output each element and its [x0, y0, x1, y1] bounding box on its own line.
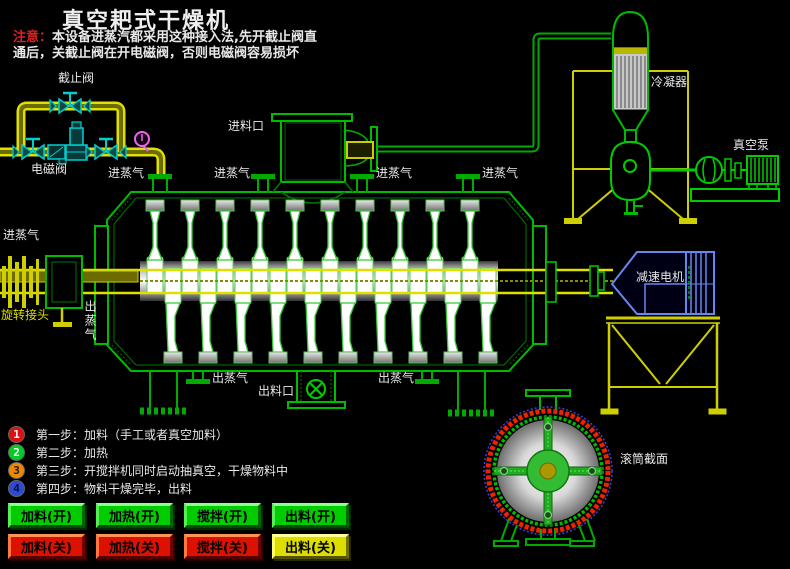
warning-note: 注意：本设备进蒸汽都采用这种接入法,先开截止阀直 通后，关截止阀在开电磁阀，否则… — [13, 30, 317, 62]
step-1-text: 第一步：加料（手工或者真空加料） — [36, 428, 229, 442]
discharge-valve-icon — [306, 379, 326, 399]
stir-on-button[interactable]: 搅拌(开) — [184, 503, 261, 528]
step-item: 1 第一步：加料（手工或者真空加料） — [8, 426, 228, 443]
vacuum-line — [377, 32, 611, 153]
label-steam-in-2: 进蒸气 — [214, 166, 251, 180]
label-steam-in-3: 进蒸气 — [376, 166, 413, 180]
label-steam-out-1: 出蒸气 — [212, 371, 249, 385]
label-condenser: 冷凝器 — [651, 75, 688, 89]
label-gear-motor: 减速电机 — [636, 270, 685, 284]
label-rotary-joint: 旋转接头 — [1, 308, 50, 322]
step-2-badge: 2 — [8, 444, 25, 461]
motor-stand — [600, 316, 727, 415]
label-steam-in-shaft: 进蒸气 — [3, 228, 40, 242]
label-steam-in-4: 进蒸气 — [482, 166, 519, 180]
gear-motor-unit — [545, 251, 715, 315]
warning-line-1: 注意：本设备进蒸汽都采用这种接入法,先开截止阀直 — [13, 30, 317, 45]
hmi-screen: 真空耙式干燥机 注意：本设备进蒸汽都采用这种接入法,先开截止阀直 通后，关截止阀… — [0, 0, 790, 569]
warning-line-2: 通后，关截止阀在开电磁阀，否则电磁阀容易损坏 — [13, 46, 300, 61]
heat-on-button[interactable]: 加热(开) — [96, 503, 173, 528]
discharge-on-button[interactable]: 出料(开) — [272, 503, 349, 528]
step-1-badge: 1 — [8, 426, 25, 443]
step-item: 3 第三步：开搅拌机同时启动抽真空，干燥物料中 — [8, 462, 288, 479]
vacuum-pump-unit — [650, 155, 780, 202]
discharge-off-button[interactable]: 出料(关) — [272, 534, 349, 559]
drum-cross-section — [483, 389, 613, 547]
condenser-vessel — [610, 10, 651, 215]
label-solenoid-valve: 电磁阀 — [31, 162, 68, 176]
step-2-text: 第二步：加热 — [36, 446, 109, 460]
step-item: 2 第二步：加热 — [8, 444, 108, 461]
label-stop-valve: 截止阀 — [58, 71, 95, 85]
step-3-text: 第三步：开搅拌机同时启动抽真空，干燥物料中 — [36, 464, 289, 478]
step-4-text: 第四步：物料干燥完毕，出料 — [36, 482, 193, 496]
heat-off-button[interactable]: 加热(关) — [96, 534, 173, 559]
label-drum-section: 滚筒截面 — [620, 452, 669, 466]
step-4-badge: 4 — [8, 480, 25, 497]
step-3-badge: 3 — [8, 462, 25, 479]
solenoid-valve-icon — [65, 121, 88, 161]
feed-on-button[interactable]: 加料(开) — [8, 503, 85, 528]
label-steam-out-shaft: 出蒸气 — [83, 300, 97, 342]
label-steam-out-2: 出蒸气 — [378, 371, 415, 385]
label-vacuum-pump: 真空泵 — [733, 138, 770, 152]
dryer-drum — [0, 174, 613, 417]
label-feed-port: 进料口 — [228, 119, 265, 133]
feed-off-button[interactable]: 加料(关) — [8, 534, 85, 559]
label-discharge-port: 出料口 — [258, 384, 295, 398]
stir-off-button[interactable]: 搅拌(关) — [184, 534, 261, 559]
warning-prefix: 注意： — [13, 30, 53, 45]
step-item: 4 第四步：物料干燥完毕，出料 — [8, 480, 192, 497]
feed-port-assembly — [271, 113, 378, 193]
steam-piping — [0, 91, 166, 176]
label-steam-in-1: 进蒸气 — [108, 166, 145, 180]
